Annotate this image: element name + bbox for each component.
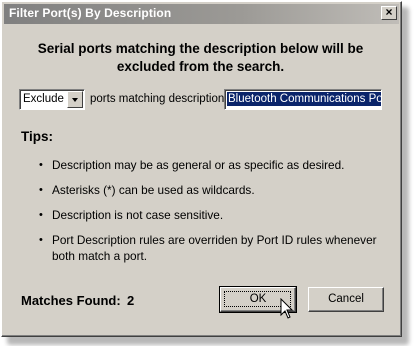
tip-text: Description may be as general or as spec… [52, 158, 345, 172]
filter-mode-value: Exclude [23, 93, 64, 105]
cancel-button-label: Cancel [328, 293, 364, 305]
description-input[interactable]: Bluetooth Communications Port [224, 89, 382, 110]
close-icon: × [385, 5, 393, 19]
heading-line-1: Serial ports matching the description be… [37, 41, 364, 56]
filter-mode-select[interactable]: Exclude [19, 89, 85, 110]
list-item: • Port Description rules are overriden b… [39, 232, 384, 264]
chevron-down-icon[interactable] [67, 91, 83, 108]
heading-line-2: excluded from the search. [116, 59, 285, 74]
filter-dialog: Filter Port(s) By Description × Serial p… [1, 1, 402, 337]
close-button[interactable]: × [381, 6, 397, 20]
list-item: • Description is not case sensitive. [39, 207, 384, 223]
list-item: • Asterisks (*) can be used as wildcards… [39, 182, 384, 198]
cancel-button[interactable]: Cancel [308, 287, 384, 312]
title-bar[interactable]: Filter Port(s) By Description × [4, 4, 399, 24]
mouse-pointer-icon [280, 298, 294, 319]
tip-text: Port Description rules are overriden by … [52, 233, 377, 263]
bullet-icon: • [39, 184, 43, 196]
tip-text: Asterisks (*) can be used as wildcards. [52, 183, 255, 197]
description-value: Bluetooth Communications Port [227, 92, 381, 106]
list-item: • Description may be as general or as sp… [39, 157, 384, 173]
window-title: Filter Port(s) By Description [9, 6, 172, 20]
dialog-heading: Serial ports matching the description be… [2, 40, 399, 76]
description-label: ports matching description: [90, 93, 228, 105]
tip-text: Description is not case sensitive. [52, 208, 224, 222]
bullet-icon: • [39, 159, 43, 171]
bullet-icon: • [39, 234, 43, 246]
tips-title: Tips: [21, 129, 54, 144]
matches-found-count: 2 [127, 293, 135, 308]
matches-found-label: Matches Found: [21, 293, 121, 308]
tips-list: • Description may be as general or as sp… [39, 157, 384, 273]
bullet-icon: • [39, 209, 43, 221]
